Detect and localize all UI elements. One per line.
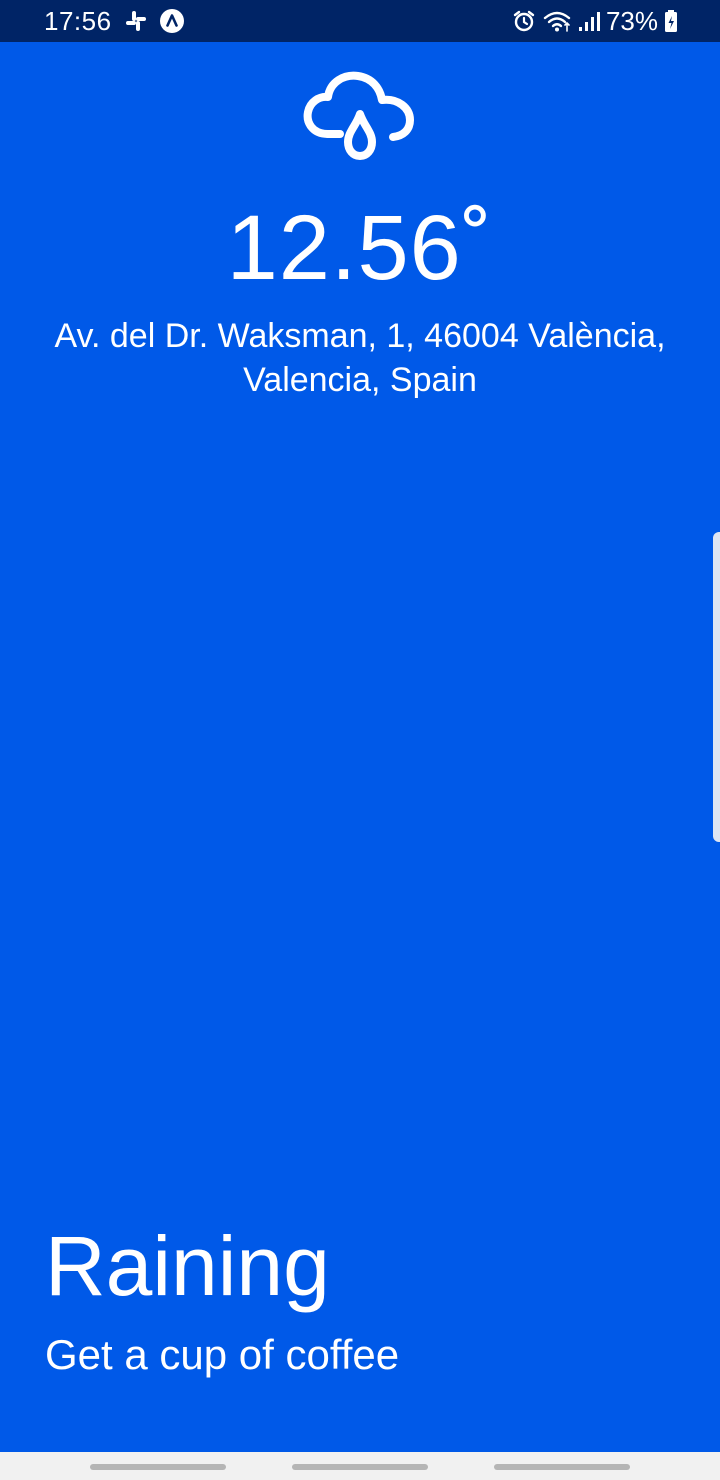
- weather-condition: Raining: [45, 1219, 330, 1313]
- weather-screen: 12.56˚ Av. del Dr. Waksman, 1, 46004 Val…: [0, 42, 720, 1452]
- slack-icon: [124, 9, 148, 33]
- edge-panel-handle[interactable]: [713, 532, 720, 842]
- signal-icon: [578, 9, 600, 33]
- weather-advice: Get a cup of coffee: [45, 1331, 400, 1378]
- battery-percent: 73%: [605, 6, 658, 36]
- status-bar: 17:56 73%: [0, 0, 720, 42]
- wifi-icon: [542, 9, 572, 33]
- status-time: 17:56: [44, 6, 112, 36]
- status-left-group: 17:56: [44, 0, 184, 42]
- gesture-navigation-bar: [0, 1452, 720, 1480]
- back-gesture-hint[interactable]: [494, 1464, 630, 1470]
- recents-gesture-hint[interactable]: [90, 1464, 226, 1470]
- temperature-value: 12.56˚: [226, 197, 494, 299]
- location-address: Av. del Dr. Waksman, 1, 46004 València, …: [54, 317, 666, 399]
- navigation-app-icon: [159, 9, 184, 33]
- alarm-icon: [512, 9, 536, 33]
- status-right-group: 73%: [512, 0, 678, 42]
- home-gesture-hint[interactable]: [292, 1464, 428, 1470]
- battery-charging-icon: [664, 9, 678, 33]
- cloud-rain-icon: [300, 70, 420, 180]
